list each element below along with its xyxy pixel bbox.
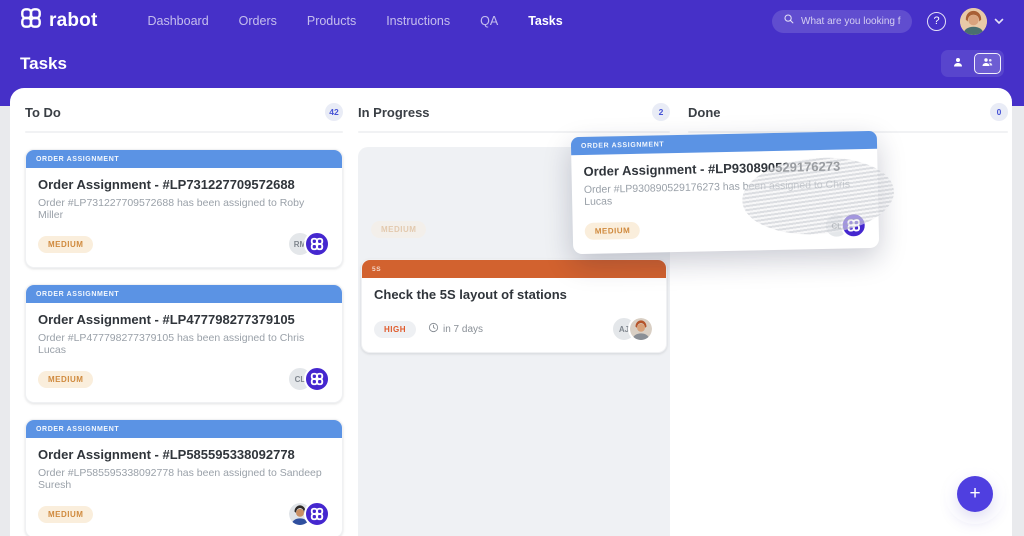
assignee-avatars: CL — [823, 212, 867, 239]
priority-badge: MEDIUM — [38, 236, 93, 253]
question-mark-icon: ? — [933, 15, 939, 27]
chevron-down-icon[interactable] — [994, 18, 1004, 25]
due-date: in 7 days — [428, 322, 483, 336]
todo-card-list: ORDER ASSIGNMENT Order Assignment - #LP7… — [25, 149, 343, 536]
rabot-badge-icon — [304, 501, 330, 527]
card-title: Check the 5S layout of stations — [374, 287, 654, 302]
task-card[interactable]: ORDER ASSIGNMENT Order Assignment - #LP7… — [25, 149, 343, 268]
rabot-logo-icon — [20, 7, 42, 35]
card-title: Order Assignment - #LP477798277379105 — [38, 312, 330, 327]
avatar-photo — [628, 316, 654, 342]
card-category-bar: 5S — [362, 260, 666, 278]
column-inprogress-title: In Progress — [358, 105, 430, 120]
card-category-bar: ORDER ASSIGNMENT — [26, 420, 342, 438]
top-navigation-bar: rabot Dashboard Orders Products Instruct… — [0, 0, 1024, 42]
card-description: Order #LP477798277379105 has been assign… — [38, 332, 330, 356]
assignee-avatars — [287, 501, 330, 527]
nav-item-products[interactable]: Products — [307, 14, 356, 28]
task-card[interactable]: ORDER ASSIGNMENT Order Assignment - #LP5… — [25, 419, 343, 536]
page-header-row: Tasks — [0, 42, 1024, 77]
nav-item-orders[interactable]: Orders — [239, 14, 277, 28]
assignee-avatars: AJ — [611, 316, 654, 342]
column-done-count-badge: 0 — [990, 103, 1008, 121]
column-done-title: Done — [688, 105, 721, 120]
card-title: Order Assignment - #LP731227709572688 — [38, 177, 330, 192]
column-divider — [358, 131, 670, 133]
assignee-avatars: CL — [287, 366, 330, 392]
view-toggle — [941, 50, 1004, 77]
card-description: Order #LP731227709572688 has been assign… — [38, 197, 330, 221]
team-tasks-view-button[interactable] — [974, 53, 1001, 74]
priority-badge: MEDIUM — [38, 506, 93, 523]
card-title: Order Assignment - #LP585595338092778 — [38, 447, 330, 462]
priority-badge: HIGH — [374, 321, 416, 338]
assignee-avatars: RM — [287, 231, 330, 257]
help-button[interactable]: ? — [927, 12, 946, 31]
my-tasks-view-button[interactable] — [944, 53, 971, 74]
column-todo: To Do 42 ORDER ASSIGNMENT Order Assignme… — [25, 102, 343, 536]
card-category-bar: ORDER ASSIGNMENT — [26, 150, 342, 168]
task-card[interactable]: 5S Check the 5S layout of stations HIGH … — [361, 259, 667, 353]
column-inprogress-count-badge: 2 — [652, 103, 670, 121]
nav-item-qa[interactable]: QA — [480, 14, 498, 28]
card-description: Order #LP930890529176273 has been assign… — [584, 178, 866, 208]
nav-item-tasks[interactable]: Tasks — [528, 14, 563, 28]
team-view-icon — [981, 55, 994, 73]
brand-name: rabot — [49, 10, 98, 32]
card-description: Order #LP585595338092778 has been assign… — [38, 467, 330, 491]
brand-logo[interactable]: rabot — [20, 7, 98, 35]
card-category-bar: ORDER ASSIGNMENT — [26, 285, 342, 303]
plus-icon: + — [969, 483, 980, 505]
search-input[interactable] — [801, 16, 901, 27]
ghost-priority-badge: MEDIUM — [371, 221, 426, 238]
priority-badge: MEDIUM — [585, 221, 641, 239]
column-todo-count-badge: 42 — [325, 103, 343, 121]
user-view-icon — [952, 55, 964, 73]
main-nav: Dashboard Orders Products Instructions Q… — [148, 14, 563, 28]
page-title: Tasks — [20, 54, 67, 74]
add-task-button[interactable]: + — [957, 476, 993, 512]
user-avatar[interactable] — [960, 8, 987, 35]
task-card[interactable]: ORDER ASSIGNMENT Order Assignment - #LP4… — [25, 284, 343, 403]
column-divider — [25, 131, 343, 133]
card-title: Order Assignment - #LP930890529176273 — [583, 158, 865, 179]
due-date-text: in 7 days — [443, 324, 483, 335]
kanban-board: To Do 42 ORDER ASSIGNMENT Order Assignme… — [10, 88, 1012, 536]
column-done: Done 0 — [688, 102, 1008, 133]
rabot-badge-icon — [304, 231, 330, 257]
priority-badge: MEDIUM — [38, 371, 93, 388]
clock-icon — [428, 322, 439, 336]
search-box[interactable] — [772, 10, 912, 33]
column-todo-title: To Do — [25, 105, 61, 120]
dragged-task-card[interactable]: ORDER ASSIGNMENT Order Assignment - #LP9… — [571, 131, 879, 254]
nav-item-instructions[interactable]: Instructions — [386, 14, 450, 28]
rabot-badge-icon — [304, 366, 330, 392]
rabot-badge-icon — [840, 212, 867, 239]
search-icon — [783, 12, 795, 30]
nav-item-dashboard[interactable]: Dashboard — [148, 14, 209, 28]
